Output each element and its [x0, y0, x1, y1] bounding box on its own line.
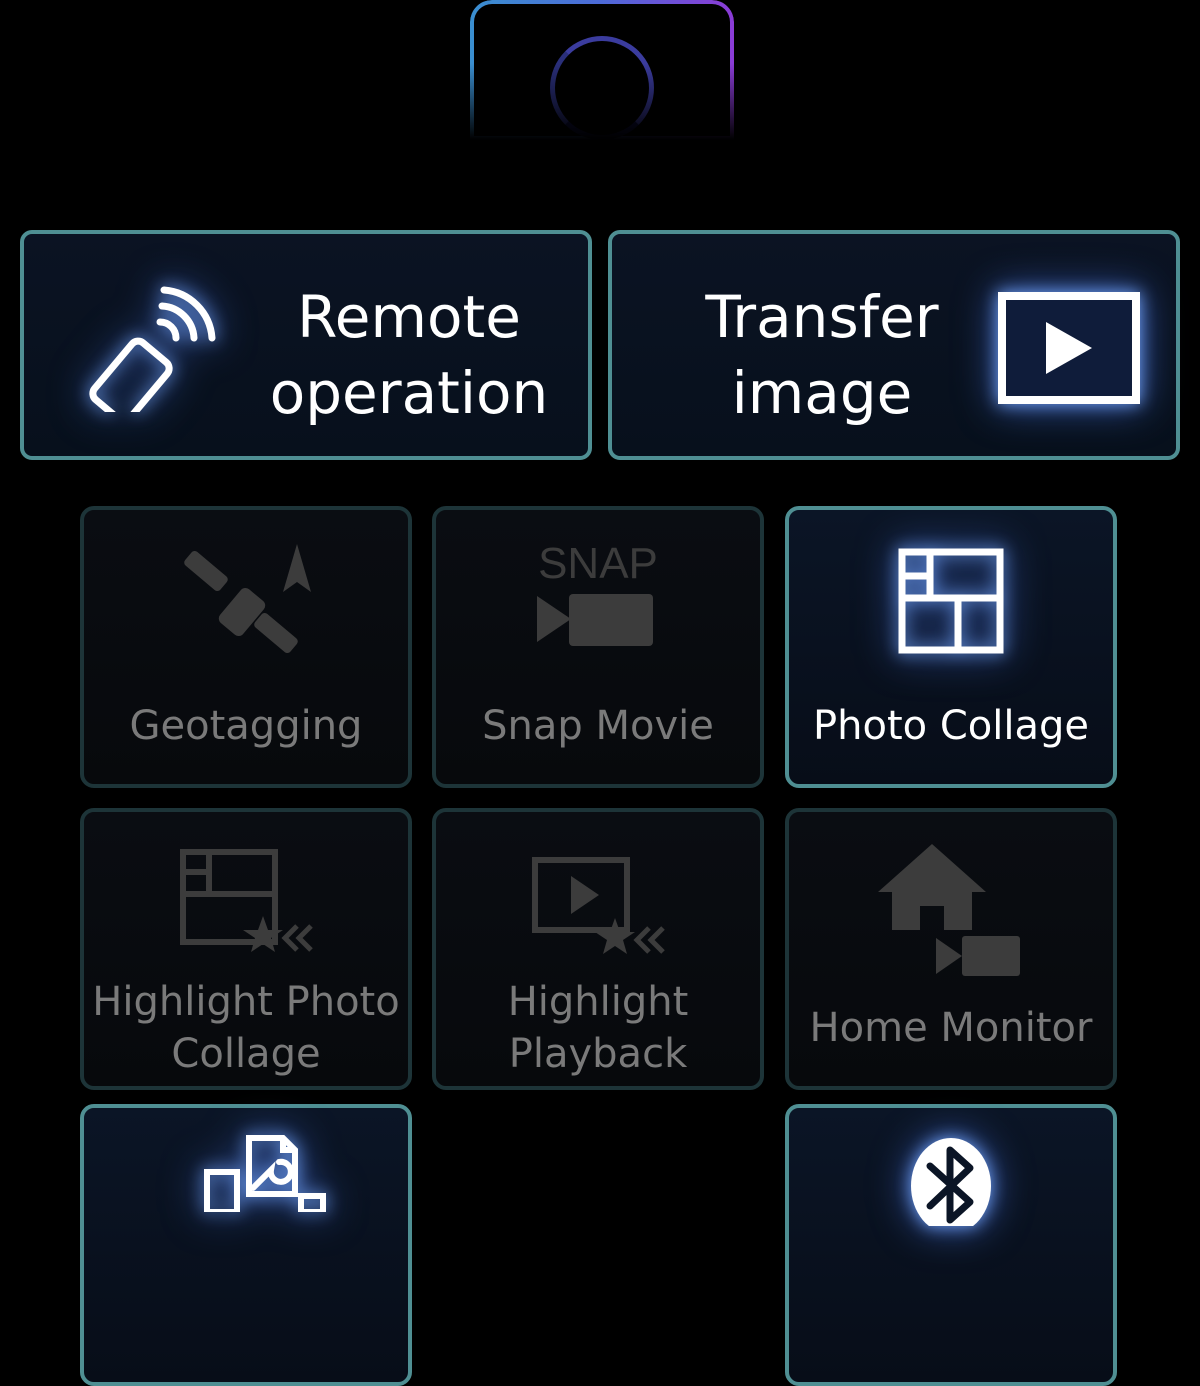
home-monitor-button[interactable]: Home Monitor	[785, 808, 1117, 1090]
highlight-photo-collage-button[interactable]: Highlight Photo Collage	[80, 808, 412, 1090]
satellite-icon	[184, 544, 311, 654]
home-monitor-icon	[878, 844, 1020, 976]
highlight-photo-collage-label: Highlight Photo Collage	[92, 979, 400, 1077]
snap-movie-icon: SNAP	[537, 539, 658, 646]
remote-control-icon	[89, 286, 216, 412]
settings-button[interactable]	[80, 1104, 412, 1386]
settings-document-icon	[204, 1135, 326, 1212]
snap-movie-button[interactable]: SNAP Snap Movie	[432, 506, 764, 788]
transfer-image-button[interactable]: Transfer image	[608, 230, 1180, 460]
geotagging-button[interactable]: Geotagging	[80, 506, 412, 788]
snap-movie-icon-text: SNAP	[538, 539, 658, 588]
snap-movie-label: Snap Movie	[482, 703, 714, 749]
highlight-playback-label: Highlight Playback	[507, 979, 689, 1077]
transfer-image-label: Transfer image	[705, 283, 939, 427]
photo-collage-label: Photo Collage	[813, 703, 1089, 749]
bluetooth-button[interactable]	[785, 1104, 1117, 1386]
highlight-playback-button[interactable]: Highlight Playback	[432, 808, 764, 1090]
remote-operation-label: Remote operation	[269, 283, 549, 427]
geotagging-label: Geotagging	[129, 703, 363, 749]
bluetooth-icon	[911, 1138, 991, 1226]
camera-connection-ring-icon	[550, 36, 654, 140]
home-monitor-label: Home Monitor	[809, 1005, 1093, 1051]
remote-operation-button[interactable]: Remote operation	[20, 230, 592, 460]
highlight-playback-icon	[532, 857, 665, 954]
play-image-icon	[998, 292, 1140, 404]
photo-collage-button[interactable]: Photo Collage	[785, 506, 1117, 788]
highlight-collage-icon	[180, 849, 313, 952]
camera-connection-widget[interactable]	[470, 0, 734, 140]
collage-icon	[898, 548, 1004, 654]
